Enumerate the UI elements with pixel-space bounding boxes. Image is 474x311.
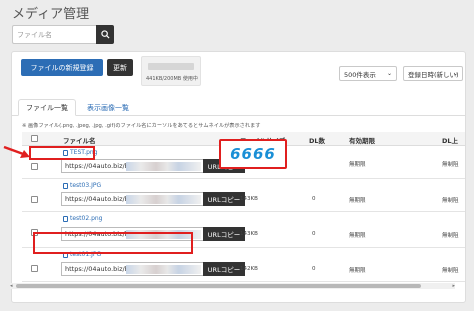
blurred-url-part xyxy=(126,265,201,274)
media-management-page: メディア管理 ファイルの新規登録 更新 441KB/200MB 使用中 500件… xyxy=(0,0,474,311)
file-link[interactable]: test03.JPG xyxy=(63,182,101,189)
url-highlight-box xyxy=(33,232,193,254)
dl-expiry-cell: 無制阻 xyxy=(442,162,459,168)
expiry-cell: 無期限 xyxy=(349,162,366,168)
tab-image-list[interactable]: 表示画像一覧 xyxy=(82,99,134,116)
chevron-down-icon: ⌄ xyxy=(452,70,458,77)
page-title: メディア管理 xyxy=(12,7,90,22)
scrollbar-thumb[interactable] xyxy=(16,284,421,288)
file-link[interactable]: test02.png xyxy=(63,215,102,222)
code-callout: 6666 xyxy=(219,139,287,169)
storage-text: 441KB/200MB 使用中 xyxy=(146,76,198,82)
dl-count-cell: 0 xyxy=(312,196,316,202)
thumbnail-note: ※ 画像ファイル(.png, .jpeg, .jpg, .gif)のファイル名に… xyxy=(22,123,261,129)
url-field: https://04auto.biz/brd/ URLコピー xyxy=(61,192,245,206)
url-input[interactable]: https://04auto.biz/brd/ xyxy=(61,262,203,276)
chevron-down-icon: ⌄ xyxy=(386,70,392,77)
dl-expiry-cell: 無制阻 xyxy=(442,268,459,274)
select-all-checkbox[interactable] xyxy=(31,135,38,142)
expiry-cell: 無期限 xyxy=(349,198,366,204)
filename-highlight-box xyxy=(29,146,95,160)
search-icon xyxy=(100,30,110,39)
blurred-url-part xyxy=(126,195,201,204)
scroll-left-icon[interactable]: ◂ xyxy=(10,283,13,289)
url-input[interactable]: https://04auto.biz/brd/ xyxy=(61,192,203,206)
url-input[interactable]: https://04auto.biz/brd/ xyxy=(61,159,203,173)
row-checkbox[interactable] xyxy=(31,196,38,203)
tab-file-list[interactable]: ファイル一覧 xyxy=(18,99,76,116)
row-checkbox[interactable] xyxy=(31,265,38,272)
red-arrow-icon xyxy=(3,145,30,158)
per-page-value: 500件表示 xyxy=(344,70,376,79)
copy-url-button[interactable]: URLコピー xyxy=(203,262,245,276)
search-button[interactable] xyxy=(96,25,114,44)
size-cell: 142KB xyxy=(240,266,258,272)
expiry-cell: 無期限 xyxy=(349,268,366,274)
file-name: test03.JPG xyxy=(70,182,102,189)
tab-bar: ファイル一覧 表示画像一覧 xyxy=(12,99,465,116)
search-bar xyxy=(12,25,114,44)
storage-bar xyxy=(148,63,194,70)
storage-usage: 441KB/200MB 使用中 xyxy=(141,56,201,86)
file-icon xyxy=(63,182,68,189)
search-input[interactable] xyxy=(12,25,96,44)
dl-expiry-cell: 無制阻 xyxy=(442,233,459,239)
file-name: test02.png xyxy=(70,215,103,222)
column-filename: ファイル名 xyxy=(63,137,96,145)
horizontal-scrollbar[interactable]: ◂ ▸ xyxy=(10,283,455,289)
file-icon xyxy=(63,215,68,222)
copy-url-button[interactable]: URLコピー xyxy=(203,192,245,206)
table-row: test03.JPG https://04auto.biz/brd/ URLコピ… xyxy=(22,179,465,212)
column-dl-count: DL数 xyxy=(309,137,326,145)
sort-select[interactable]: 登録日時(新しい) ⌄ xyxy=(403,66,463,81)
media-panel: ファイルの新規登録 更新 441KB/200MB 使用中 500件表示 ⌄ 登録… xyxy=(11,51,466,303)
dl-count-cell: 0 xyxy=(312,266,316,272)
size-cell: 143KB xyxy=(240,196,258,202)
sort-value: 登録日時(新しい) xyxy=(408,70,459,79)
dl-count-cell: 0 xyxy=(312,231,316,237)
new-file-button[interactable]: ファイルの新規登録 xyxy=(21,59,103,76)
column-dl-expiry: DL上 xyxy=(442,137,459,145)
refresh-button[interactable]: 更新 xyxy=(107,59,133,76)
url-field: https://04auto.biz/brd/ URLコピー xyxy=(61,262,245,276)
code-text: 6666 xyxy=(230,145,276,163)
size-cell: 143KB xyxy=(240,231,258,237)
row-checkbox[interactable] xyxy=(31,163,38,170)
copy-url-button[interactable]: URLコピー xyxy=(203,227,245,241)
expiry-cell: 無期限 xyxy=(349,233,366,239)
per-page-select[interactable]: 500件表示 ⌄ xyxy=(339,66,397,81)
column-expiry: 有効期限 xyxy=(349,137,375,145)
dl-expiry-cell: 無制阻 xyxy=(442,198,459,204)
url-field: https://04auto.biz/brd/ URLコピー xyxy=(61,159,245,173)
blurred-url-part xyxy=(126,162,201,171)
scroll-right-icon[interactable]: ▸ xyxy=(452,283,455,289)
